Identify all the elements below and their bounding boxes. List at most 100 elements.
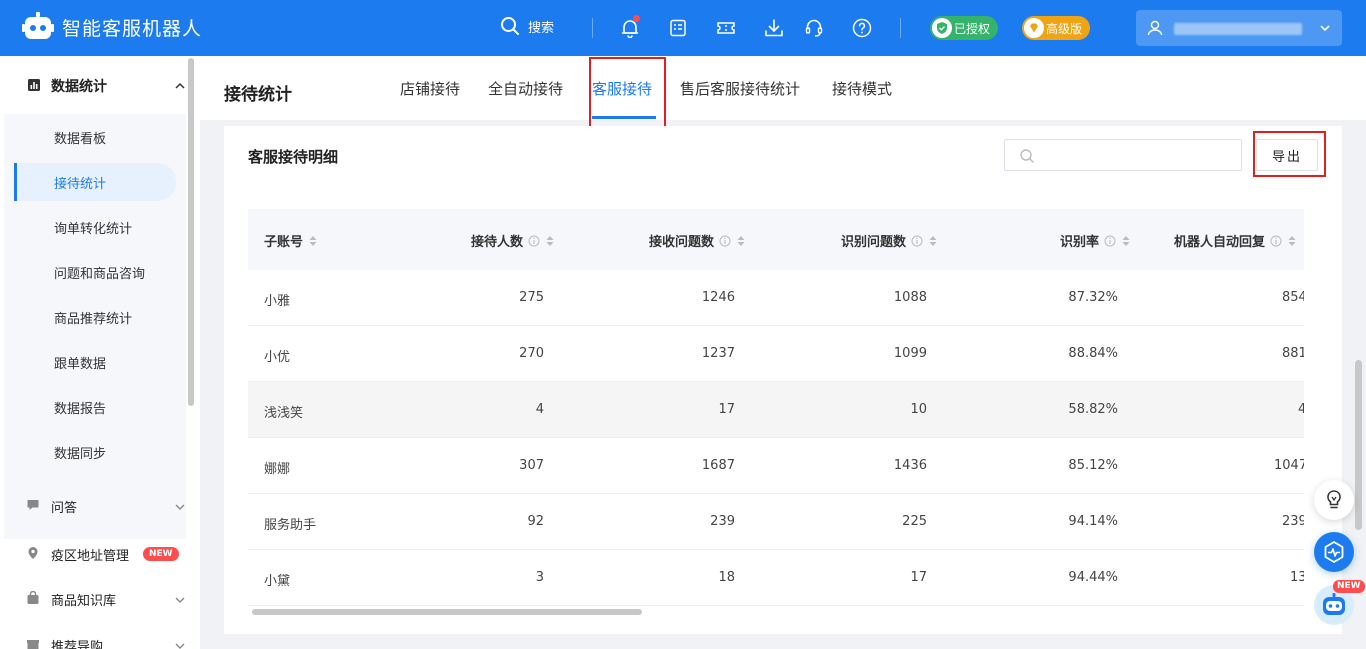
- sort-icon[interactable]: [309, 235, 317, 247]
- info-icon[interactable]: [1104, 235, 1116, 247]
- sidebar-item-dashboard[interactable]: 数据看板: [14, 118, 176, 156]
- sidebar-item-question-consult[interactable]: 问题和商品咨询: [14, 253, 176, 291]
- authorized-badge[interactable]: 已授权: [930, 16, 999, 40]
- download-button[interactable]: [762, 16, 786, 40]
- sidebar-item-recommend-guide[interactable]: 推荐导购: [0, 622, 200, 649]
- table-row[interactable]: 服务助手 92 239 225 94.14% 239: [248, 494, 1314, 550]
- page-scrollbar[interactable]: [1355, 360, 1362, 530]
- sort-icon[interactable]: [546, 235, 554, 247]
- sidebar-item-label: 商品推荐统计: [54, 311, 133, 327]
- sidebar-item-qa[interactable]: 问答: [0, 483, 200, 529]
- bar-chart-icon: [28, 79, 40, 91]
- cell-recognized: 1099: [893, 346, 927, 361]
- notification-bell-button[interactable]: [618, 15, 642, 40]
- column-label: 机器人自动回复: [1174, 235, 1266, 250]
- ticket-icon: [717, 22, 735, 34]
- monitor-button[interactable]: [1314, 532, 1354, 572]
- table-row[interactable]: 小雅 275 1246 1088 87.32% 854: [248, 270, 1314, 326]
- shield-check-icon: [932, 18, 952, 38]
- sidebar-item-label: 疫区地址管理: [51, 549, 130, 564]
- page-header: 接待统计 店铺接待 全自动接待 客服接待 售后客服接待统计 接待模式: [200, 56, 1366, 120]
- sidebar-item-inquiry-conversion[interactable]: 询单转化统计: [14, 208, 176, 246]
- tab-after-sales-stats[interactable]: 售后客服接待统计: [680, 78, 800, 99]
- chevron-down-icon: [175, 643, 185, 649]
- column-header-recognized-questions[interactable]: 识别问题数: [841, 231, 937, 250]
- premium-label: 高级版: [1046, 21, 1083, 36]
- chevron-up-icon: [175, 82, 185, 89]
- tips-button[interactable]: [1314, 480, 1354, 520]
- column-header-robot-auto-reply[interactable]: 机器人自动回复: [1174, 231, 1296, 250]
- cell-rate: 85.12%: [1068, 458, 1118, 473]
- customer-service-button[interactable]: [802, 16, 826, 40]
- sidebar-item-followup-data[interactable]: 跟单数据: [14, 343, 176, 381]
- cell-visitors: 275: [519, 290, 544, 305]
- cell-rate: 94.14%: [1068, 514, 1118, 529]
- cell-account: 浅浅笑: [264, 406, 304, 421]
- sidebar-group-header[interactable]: 数据统计: [0, 56, 200, 114]
- search-icon: [501, 17, 519, 35]
- column-header-recognition-rate[interactable]: 识别率: [1060, 231, 1130, 250]
- info-icon[interactable]: [1270, 235, 1282, 247]
- cell-received: 18: [718, 570, 735, 585]
- column-label: 接待人数: [470, 235, 523, 250]
- sidebar: 数据统计 数据看板 接待统计 询单转化统计 问题和商品咨询 商品推荐统计 跟单数…: [0, 56, 200, 649]
- sidebar-item-reception-stats[interactable]: 接待统计: [14, 163, 176, 201]
- cell-account: 娜娜: [264, 462, 291, 477]
- table-row[interactable]: 娜娜 307 1687 1436 85.12% 1047: [248, 438, 1314, 494]
- cell-received: 1246: [701, 290, 735, 305]
- chevron-down-icon: [1320, 25, 1330, 32]
- info-icon[interactable]: [719, 235, 731, 247]
- reception-table: 子账号 接待人数 接收问题数 识别问题数 识别率 机器人自动回复 小雅 275 …: [248, 209, 1314, 607]
- sidebar-item-label: 数据同步: [54, 446, 107, 462]
- cell-received: 239: [710, 514, 735, 529]
- column-header-account[interactable]: 子账号: [264, 231, 317, 250]
- tab-auto-reception[interactable]: 全自动接待: [488, 78, 563, 99]
- cell-received: 17: [718, 402, 735, 417]
- sort-icon[interactable]: [929, 235, 937, 247]
- cell-account: 服务助手: [264, 518, 317, 533]
- info-icon[interactable]: [911, 235, 923, 247]
- info-icon[interactable]: [528, 235, 540, 247]
- cell-recognized: 10: [910, 402, 927, 417]
- username-redacted: [1174, 23, 1302, 35]
- cell-account: 小黛: [264, 574, 291, 589]
- sidebar-item-recommend-stats[interactable]: 商品推荐统计: [14, 298, 176, 336]
- sidebar-sub-list: 数据看板 接待统计 询单转化统计 问题和商品咨询 商品推荐统计 跟单数据 数据报…: [4, 114, 186, 539]
- cell-received: 1237: [701, 346, 735, 361]
- column-header-received-questions[interactable]: 接收问题数: [649, 231, 745, 250]
- column-header-visitors[interactable]: 接待人数: [471, 231, 554, 250]
- tasks-button[interactable]: [666, 16, 690, 40]
- tab-reception-mode[interactable]: 接待模式: [832, 78, 892, 99]
- sidebar-item-product-knowledge[interactable]: 商品知识库: [0, 576, 200, 622]
- tab-store-reception[interactable]: 店铺接待: [400, 78, 460, 99]
- cell-account: 小优: [264, 350, 291, 365]
- sort-icon[interactable]: [1288, 235, 1296, 247]
- table-horizontal-scrollbar[interactable]: [248, 608, 1314, 616]
- cell-rate: 94.44%: [1068, 570, 1118, 585]
- chat-icon: [27, 500, 39, 510]
- sort-icon[interactable]: [737, 235, 745, 247]
- search-input[interactable]: [1004, 139, 1242, 171]
- premium-badge[interactable]: 高级版: [1022, 16, 1091, 40]
- sidebar-item-label: 接待统计: [54, 176, 107, 192]
- global-search-button[interactable]: 搜索: [500, 16, 554, 36]
- ticket-button[interactable]: [714, 16, 738, 40]
- sidebar-scrollbar[interactable]: [188, 58, 194, 406]
- sidebar-item-data-report[interactable]: 数据报告: [14, 388, 176, 426]
- table-row[interactable]: 小黛 3 18 17 94.44% 13: [248, 550, 1314, 606]
- search-label: 搜索: [528, 20, 555, 36]
- cell-rate: 88.84%: [1068, 346, 1118, 361]
- help-button[interactable]: [850, 16, 874, 40]
- cell-recognized: 1436: [893, 458, 927, 473]
- user-menu[interactable]: [1136, 10, 1342, 46]
- column-label: 子账号: [264, 235, 304, 250]
- sidebar-item-epidemic-address[interactable]: 疫区地址管理 NEW: [0, 531, 200, 577]
- table-row[interactable]: 小优 270 1237 1099 88.84% 881: [248, 326, 1314, 382]
- sidebar-item-data-sync[interactable]: 数据同步: [14, 433, 176, 471]
- cell-rate: 87.32%: [1068, 290, 1118, 305]
- annotation-highlight-export: [1253, 131, 1326, 177]
- robot-icon: [1323, 593, 1345, 615]
- table-row-hovered[interactable]: 浅浅笑 4 17 10 58.82% 4: [248, 382, 1314, 438]
- scrollbar-thumb[interactable]: [252, 609, 642, 615]
- sort-icon[interactable]: [1122, 235, 1130, 247]
